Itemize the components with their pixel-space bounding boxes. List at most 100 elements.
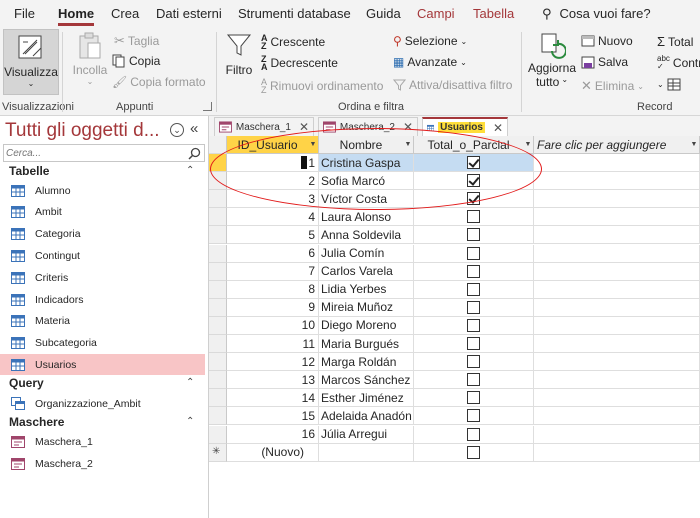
collapse-section-icon[interactable]: ⌃ [186, 165, 194, 176]
nav-pane-title[interactable]: Tutti gli oggetti d... [5, 120, 160, 142]
cell-add-field[interactable] [534, 280, 700, 299]
nav-section-tabelle[interactable]: Tabelle [9, 164, 49, 178]
record-selector[interactable] [209, 190, 227, 209]
cell-nombre[interactable] [319, 443, 414, 462]
nav-item-criteris[interactable]: Criteris [0, 267, 205, 288]
record-selector[interactable] [209, 316, 227, 335]
close-icon[interactable]: ✕ [403, 120, 413, 134]
checkbox[interactable] [467, 228, 480, 242]
cell-id-usuario[interactable]: 13 [227, 371, 319, 390]
column-header-id_usuario[interactable]: ID_Usuario ▼ [227, 136, 319, 154]
cell-id-usuario[interactable]: 2 [227, 172, 319, 191]
cell-nombre[interactable]: Anna Soldevila [319, 226, 414, 245]
cell-id-usuario[interactable]: 7 [227, 262, 319, 281]
nav-item-organizzazione_ambit[interactable]: Organizzazione_Ambit [0, 393, 205, 414]
dropdown-arrow-icon[interactable]: ▼ [403, 141, 413, 148]
doc-tab-maschera_2[interactable]: Maschera_2 ✕ [318, 117, 418, 136]
checkbox[interactable] [467, 174, 480, 188]
record-selector[interactable] [209, 407, 227, 426]
cell-nombre[interactable]: Adelaida Anadón [319, 407, 414, 426]
toggle-filter-button[interactable]: Attiva/disattiva filtro [393, 78, 512, 92]
cell-id-usuario[interactable]: 9 [227, 298, 319, 317]
record-selector[interactable] [209, 208, 227, 227]
sort-ascending-button[interactable]: A Z Crescente [261, 34, 325, 51]
checkbox[interactable] [467, 282, 480, 296]
cell-nombre[interactable]: Mireia Muñoz [319, 298, 414, 317]
cell-id-usuario[interactable]: 10 [227, 316, 319, 335]
cell-add-field[interactable] [534, 172, 700, 191]
record-selector[interactable] [209, 262, 227, 281]
cell-nombre[interactable]: Marcos Sánchez [319, 371, 414, 390]
cell-nombre[interactable]: Maria Burgués [319, 335, 414, 353]
cell-id-usuario[interactable]: 1 [227, 154, 319, 172]
record-selector[interactable] [209, 226, 227, 245]
totals-button[interactable]: Σ Total [657, 34, 693, 49]
checkbox[interactable] [467, 156, 480, 169]
tab-home[interactable]: Home [58, 6, 95, 26]
cell-add-field[interactable] [534, 425, 700, 444]
cell-add-field[interactable] [534, 262, 700, 281]
cell-nombre[interactable]: Diego Moreno [319, 316, 414, 335]
column-header-nombre[interactable]: Nombre ▼ [319, 136, 414, 154]
checkbox[interactable] [467, 246, 480, 260]
checkbox[interactable] [467, 192, 480, 206]
record-selector[interactable] [209, 425, 227, 444]
record-selector[interactable] [209, 353, 227, 372]
cell-id-usuario[interactable]: 12 [227, 353, 319, 372]
tab-dati-esterni[interactable]: Dati esterni [156, 6, 222, 21]
search-icon[interactable] [188, 147, 201, 160]
cell-add-field[interactable] [534, 443, 700, 462]
nav-item-subcategoria[interactable]: Subcategoria [0, 333, 205, 354]
dialog-launcher-icon[interactable] [203, 102, 212, 111]
tab-campi[interactable]: Campi [417, 6, 455, 21]
doc-tab-maschera_1[interactable]: Maschera_1 ✕ [214, 117, 314, 136]
cell-add-field[interactable] [534, 407, 700, 426]
collapse-section-icon[interactable]: ⌃ [186, 416, 194, 427]
delete-record-button[interactable]: ✕ Elimina ⌄ [581, 78, 644, 94]
cell-id-usuario[interactable]: 11 [227, 335, 319, 353]
checkbox[interactable] [467, 337, 480, 350]
cell-nombre[interactable]: Júlia Arregui [319, 425, 414, 444]
cell-add-field[interactable] [534, 208, 700, 227]
cell-id-usuario[interactable]: 8 [227, 280, 319, 299]
remove-sort-button[interactable]: A Z Rimuovi ordinamento [261, 78, 383, 95]
more-records-button[interactable]: ⌄ [657, 78, 681, 91]
cell-add-field[interactable] [534, 298, 700, 317]
cell-add-field[interactable] [534, 190, 700, 209]
collapse-pane-icon[interactable]: « [190, 120, 198, 137]
paste-button[interactable]: Incolla ⌄ [70, 31, 110, 95]
cell-add-field[interactable] [534, 353, 700, 372]
record-selector[interactable] [209, 172, 227, 191]
tell-me-box[interactable]: ⚲ Cosa vuoi fare? [542, 6, 651, 22]
collapse-section-icon[interactable]: ⌃ [186, 377, 194, 388]
record-selector[interactable] [209, 280, 227, 299]
view-button[interactable]: Visualizza ⌄ [3, 29, 59, 95]
record-selector[interactable] [209, 298, 227, 317]
column-header-total_o_parcial[interactable]: Total_o_Parcial ▼ [414, 136, 534, 154]
tab-tabella[interactable]: Tabella [473, 6, 514, 21]
nav-item-usuarios[interactable]: Usuarios [0, 354, 205, 376]
nav-section-query[interactable]: Query [9, 376, 44, 390]
cell-id-usuario[interactable]: 15 [227, 407, 319, 426]
sort-descending-button[interactable]: Z A Decrescente [261, 55, 338, 72]
nav-menu-icon[interactable]: ⌄ [170, 123, 184, 137]
cell-nombre[interactable]: Sofia Marcó [319, 172, 414, 191]
cell-add-field[interactable] [534, 371, 700, 390]
nav-item-ambit[interactable]: Ambit [0, 202, 205, 223]
dropdown-arrow-icon[interactable]: ▼ [689, 141, 699, 148]
checkbox[interactable] [467, 373, 480, 387]
checkbox[interactable] [467, 210, 480, 224]
record-selector[interactable] [209, 371, 227, 390]
cell-id-usuario[interactable]: 4 [227, 208, 319, 227]
copy-button[interactable]: Copia [112, 54, 160, 68]
cell-nombre[interactable]: Laura Alonso [319, 208, 414, 227]
cell-id-usuario[interactable]: 5 [227, 226, 319, 245]
refresh-all-button[interactable]: Aggiorna tutto ⌄ [527, 31, 577, 95]
record-selector[interactable]: ✳ [209, 443, 227, 462]
record-selector[interactable] [209, 335, 227, 353]
tab-guida[interactable]: Guida [366, 6, 401, 21]
cell-nombre[interactable]: Julia Comín [319, 244, 414, 263]
checkbox[interactable] [467, 300, 480, 314]
cell-nombre[interactable]: Lidia Yerbes [319, 280, 414, 299]
cell-id-usuario[interactable]: 14 [227, 389, 319, 408]
